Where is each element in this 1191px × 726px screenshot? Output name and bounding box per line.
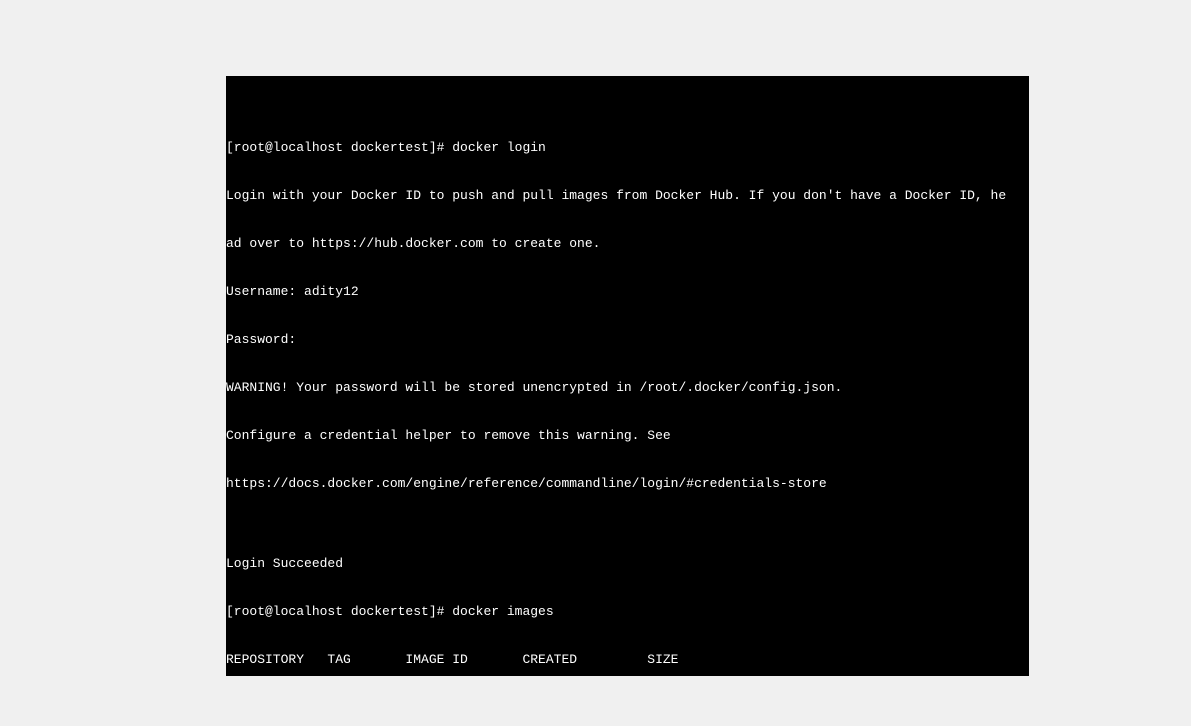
terminal-line: REPOSITORY TAG IMAGE ID CREATED SIZE [226,652,1029,668]
terminal-line: Login Succeeded [226,556,1029,572]
terminal-output: [root@localhost dockertest]# docker logi… [226,108,1029,676]
terminal-line: Login with your Docker ID to push and pu… [226,188,1029,204]
terminal-line: Configure a credential helper to remove … [226,428,1029,444]
terminal-line: [root@localhost dockertest]# docker imag… [226,604,1029,620]
terminal-line: Password: [226,332,1029,348]
terminal-window[interactable]: [root@localhost dockertest]# docker logi… [226,76,1029,676]
terminal-line: WARNING! Your password will be stored un… [226,380,1029,396]
terminal-line: [root@localhost dockertest]# docker logi… [226,140,1029,156]
terminal-line: Username: adity12 [226,284,1029,300]
terminal-line: https://docs.docker.com/engine/reference… [226,476,1029,492]
terminal-line: ad over to https://hub.docker.com to cre… [226,236,1029,252]
